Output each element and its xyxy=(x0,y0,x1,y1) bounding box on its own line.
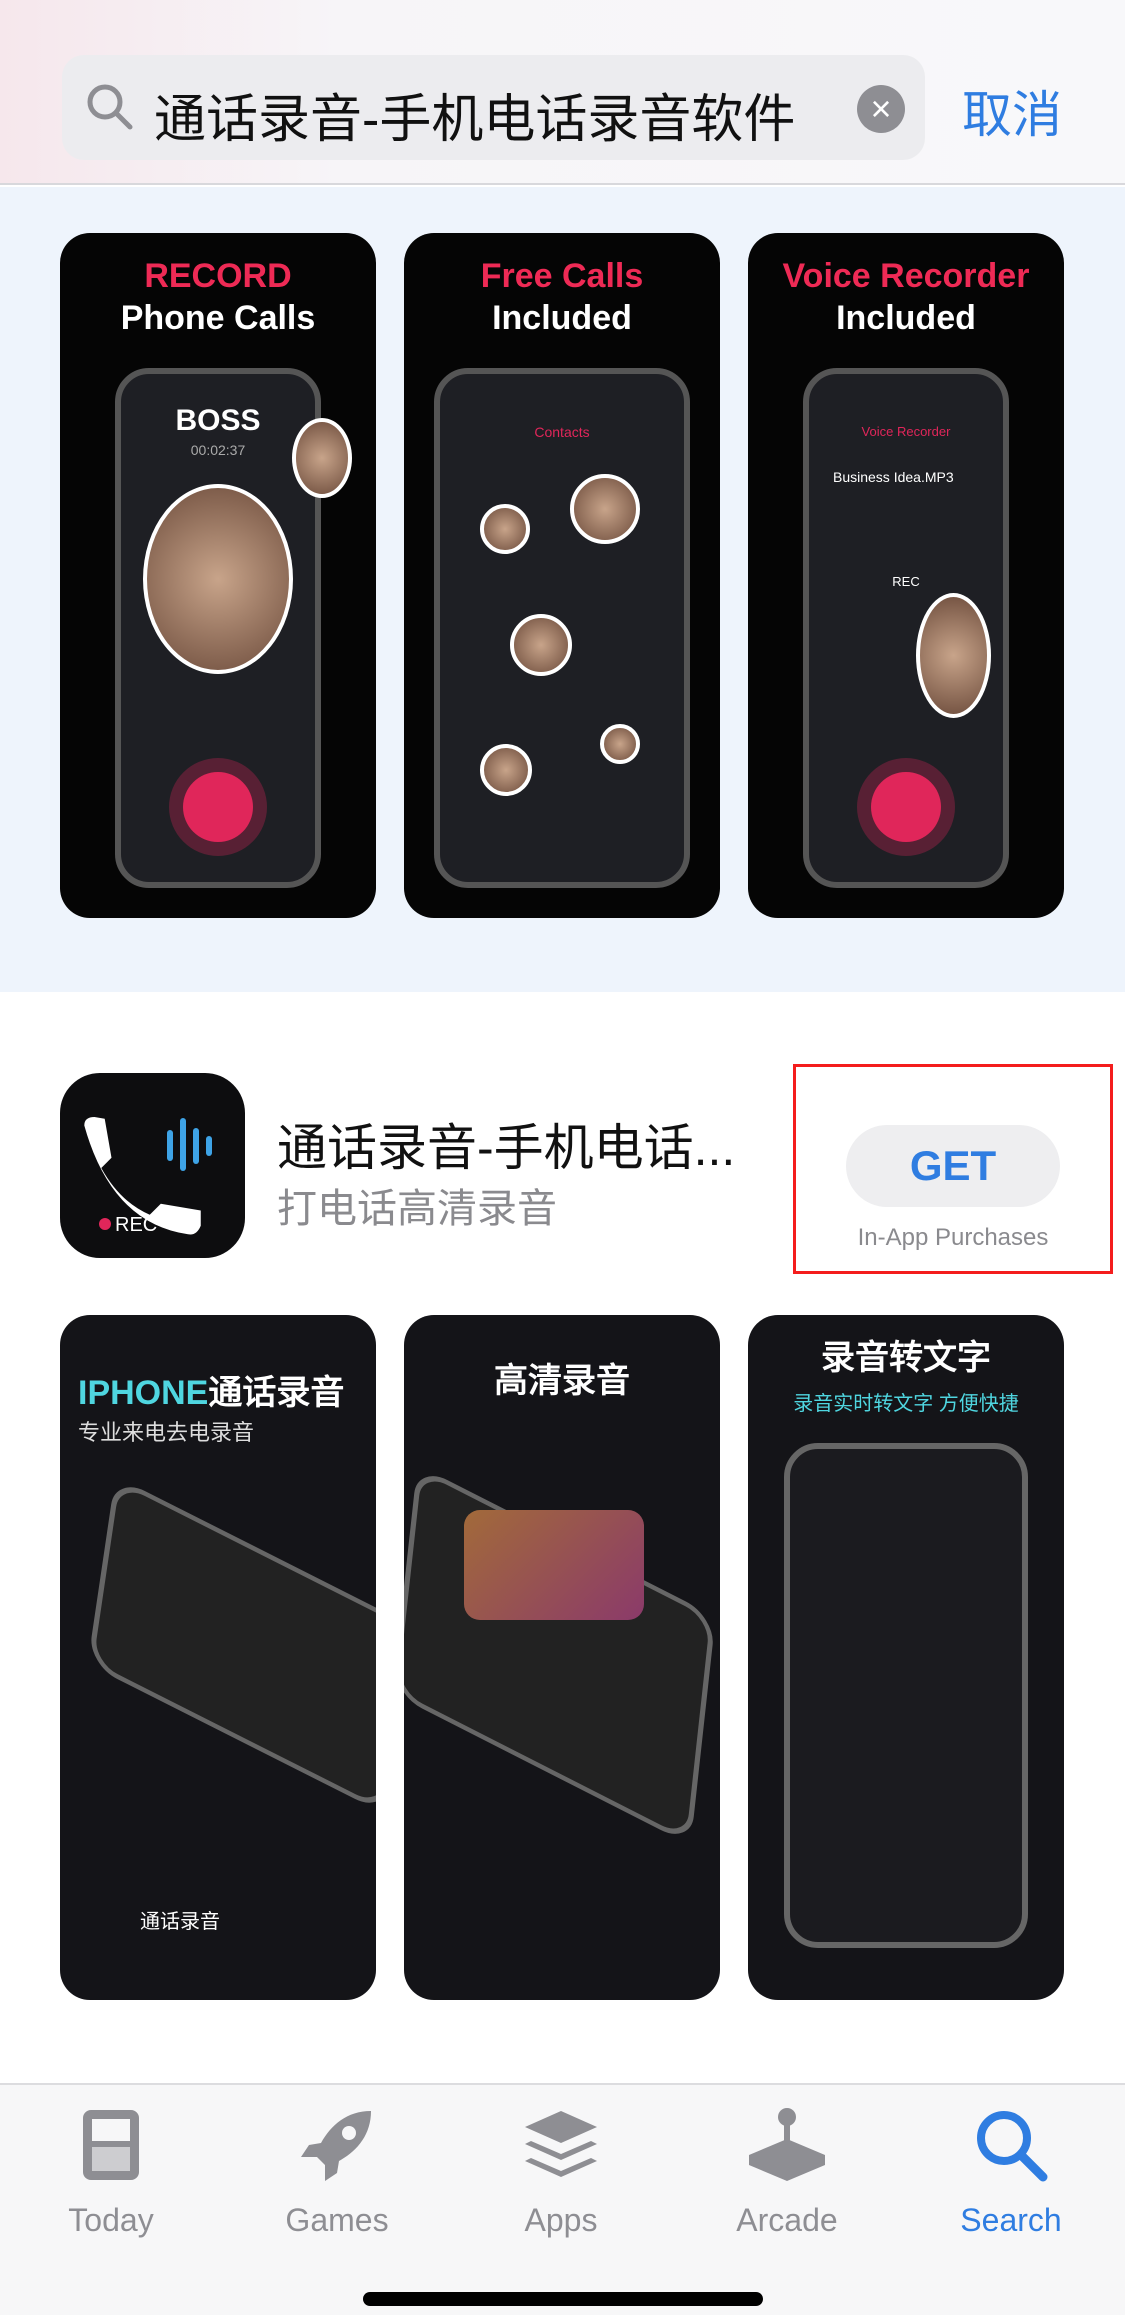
screenshot-card[interactable]: Voice Recorder Included Voice Recorder Bu… xyxy=(748,233,1064,918)
caller-name: BOSS xyxy=(175,404,261,437)
tab-label: Arcade xyxy=(736,2202,838,2238)
search-icon xyxy=(977,2111,1048,2182)
screenshot-card[interactable]: 高清录音 xyxy=(404,1315,720,2000)
caller-photo xyxy=(143,484,293,674)
screenshot-card[interactable]: IPHONE通话录音 专业来电去电录音 通话录音 xyxy=(60,1315,376,2000)
tab-search[interactable]: Search xyxy=(921,2100,1101,2239)
screenshot-card[interactable]: RECORD Phone Calls BOSS 00:02:37 xyxy=(60,233,376,918)
contact-photo xyxy=(510,614,572,676)
phone-mockup: BOSS 00:02:37 xyxy=(115,368,321,888)
screenshot-subheadline: Included xyxy=(836,299,976,337)
app-title[interactable]: 通话录音-手机电话... xyxy=(277,1108,735,1180)
tab-label: Apps xyxy=(524,2202,598,2238)
screenshot-subheadline: Phone Calls xyxy=(120,299,316,337)
phone-mockup xyxy=(784,1443,1028,1948)
screenshot-headline: 录音转文字 xyxy=(821,1339,991,1377)
call-overlay xyxy=(464,1510,644,1620)
contact-photo xyxy=(600,724,640,764)
search-query: 通话录音-手机电话录音软件 xyxy=(154,91,796,149)
contact-photo xyxy=(292,418,352,498)
contact-photo xyxy=(480,744,532,796)
phone-mockup xyxy=(87,1476,376,1814)
in-app-purchases-label: In-App Purchases xyxy=(857,1224,1049,1251)
screenshot-card[interactable]: Free Calls Included Contacts xyxy=(404,233,720,918)
app-icon[interactable]: REC xyxy=(60,1073,245,1258)
phone-icon: REC xyxy=(84,1117,212,1236)
screenshot-subheadline: 专业来电去电录音 xyxy=(78,1420,255,1445)
call-timer: 00:02:37 xyxy=(190,442,246,458)
app-subtitle: 打电话高清录音 xyxy=(277,1187,557,1231)
contact-photo xyxy=(480,504,530,554)
screenshot-footer: 通话录音 xyxy=(140,1911,220,1933)
screenshot-headline: RECORD xyxy=(144,257,292,295)
rocket-icon xyxy=(301,2111,371,2181)
tab-apps[interactable]: Apps xyxy=(471,2100,651,2239)
joystick-icon xyxy=(749,2108,825,2181)
tab-label: Today xyxy=(68,2202,154,2238)
rec-label: REC xyxy=(892,574,920,589)
search-icon xyxy=(87,84,133,130)
rec-label: REC xyxy=(115,1214,157,1236)
screenshot-subheadline: Included xyxy=(492,299,632,337)
get-button[interactable]: GET xyxy=(846,1125,1060,1207)
contact-photo xyxy=(570,474,640,544)
screenshot-subheadline: 录音实时转文字 方便快捷 xyxy=(793,1393,1019,1415)
microphone-icon xyxy=(871,772,941,842)
home-indicator[interactable] xyxy=(363,2292,763,2306)
contact-photo xyxy=(916,593,991,718)
screenshot-card[interactable]: 录音转文字 录音实时转文字 方便快捷 xyxy=(748,1315,1064,2000)
record-icon xyxy=(183,772,253,842)
tab-today[interactable]: Today xyxy=(21,2100,201,2239)
screenshot-headline: Voice Recorder xyxy=(782,257,1030,295)
search-input[interactable]: 通话录音-手机电话录音软件 × xyxy=(62,55,925,160)
tab-label: Games xyxy=(285,2202,389,2238)
phone-mockup: Contacts xyxy=(434,368,690,888)
clear-search-icon[interactable]: × xyxy=(857,85,905,133)
screen-title: Voice Recorder xyxy=(861,424,951,439)
tab-games[interactable]: Games xyxy=(247,2100,427,2239)
cancel-button[interactable]: 取消 xyxy=(962,75,1062,147)
screenshot-headline: 通话录音 xyxy=(208,1374,345,1412)
layers-icon xyxy=(525,2111,597,2177)
file-name: Business Idea.MP3 xyxy=(833,469,954,485)
tab-label: Search xyxy=(960,2202,1062,2238)
today-icon xyxy=(83,2110,139,2180)
screen-title: Contacts xyxy=(534,424,590,440)
tab-arcade[interactable]: Arcade xyxy=(697,2100,877,2239)
screenshot-headline: 高清录音 xyxy=(494,1362,630,1400)
screenshot-headline-accent: IPHONE xyxy=(78,1374,209,1412)
screenshot-headline: Free Calls xyxy=(480,257,644,295)
